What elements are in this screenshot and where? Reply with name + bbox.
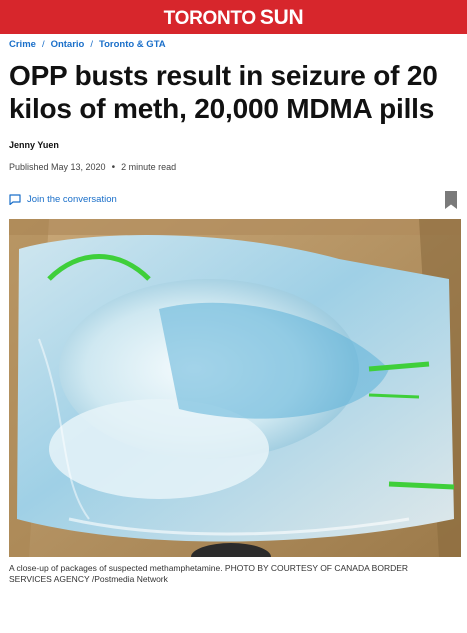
logo-sun: SUN: [259, 5, 304, 29]
photo-caption: A close-up of packages of suspected meth…: [9, 562, 409, 584]
article-photo: [9, 218, 461, 557]
article-headline: OPP busts result in seizure of 20 kilos …: [9, 60, 438, 124]
comment-icon: [9, 194, 21, 205]
logo-toronto: TORONTO: [163, 7, 257, 29]
breadcrumb: Crime / Ontario / Toronto & GTA: [9, 39, 458, 50]
breadcrumb-ontario[interactable]: Ontario: [51, 39, 85, 50]
site-logo[interactable]: TORONTO SUN: [164, 7, 304, 28]
bookmark-icon[interactable]: [444, 190, 458, 210]
author-name[interactable]: Jenny Yuen: [9, 140, 458, 150]
article: Crime / Ontario / Toronto & GTA OPP bust…: [0, 39, 467, 585]
article-meta: Published May 13, 2020 • 2 minute read: [9, 162, 458, 173]
breadcrumb-separator: /: [41, 39, 45, 50]
read-time: 2 minute read: [121, 162, 177, 172]
published-date: Published May 13, 2020: [9, 162, 106, 172]
breadcrumb-toronto-gta[interactable]: Toronto & GTA: [99, 39, 166, 50]
join-conversation-label: Join the conversation: [27, 194, 117, 205]
engagement-row: Join the conversation: [9, 190, 458, 210]
breadcrumb-separator: /: [90, 39, 93, 50]
meta-separator-dot: •: [111, 161, 116, 173]
masthead: TORONTO SUN: [0, 0, 467, 34]
breadcrumb-crime[interactable]: Crime: [9, 39, 36, 50]
join-conversation-link[interactable]: Join the conversation: [9, 194, 117, 205]
